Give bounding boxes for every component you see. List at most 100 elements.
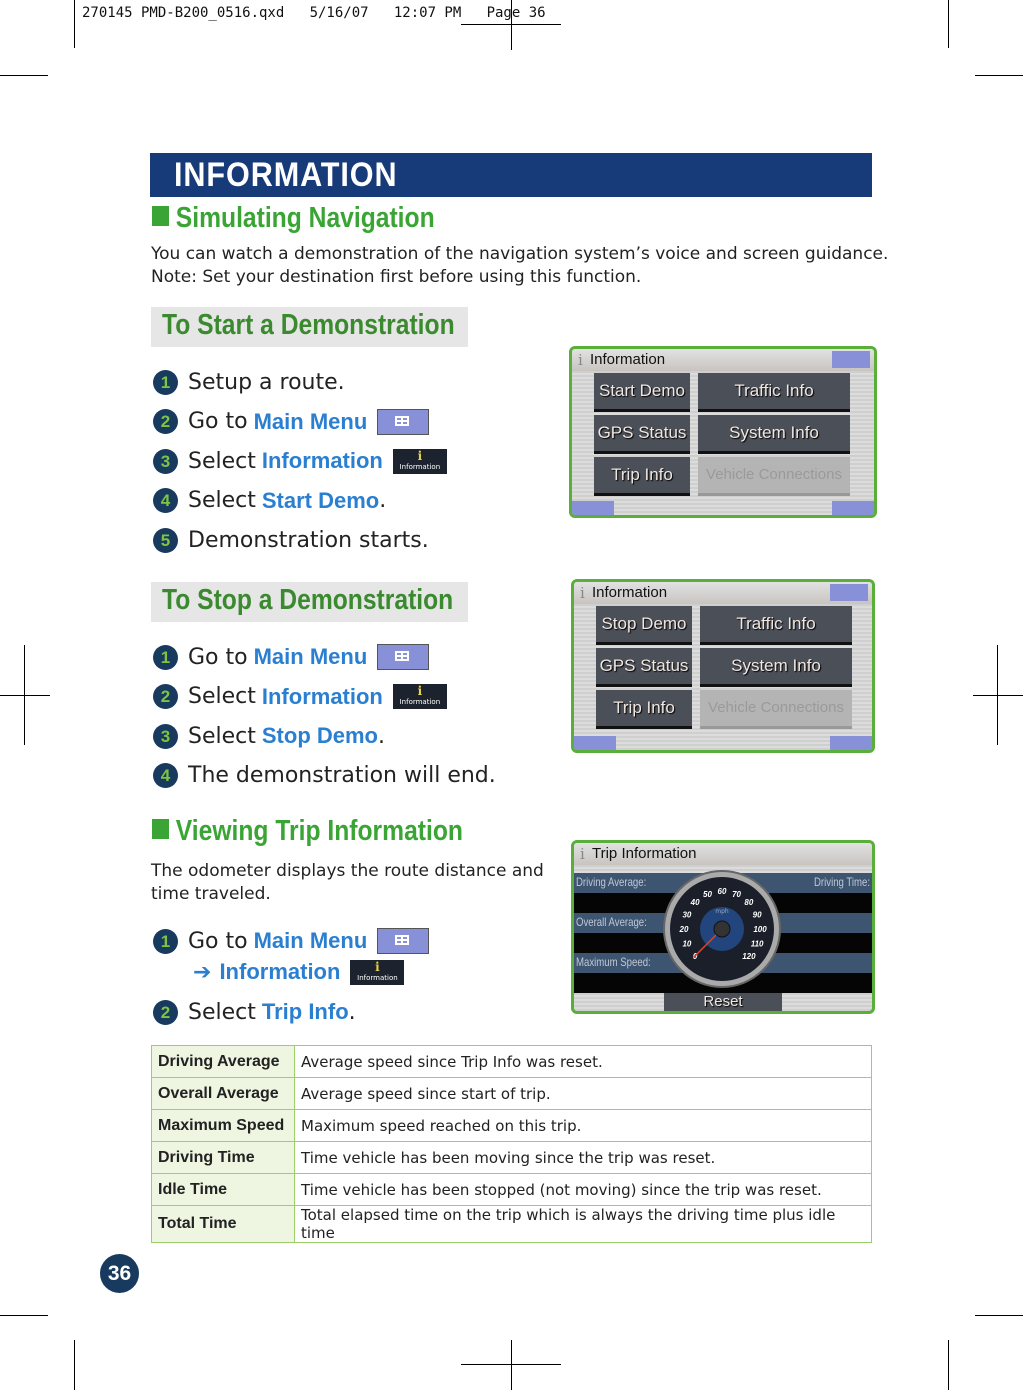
table-term: Driving Time <box>151 1141 295 1174</box>
section-title: Simulating Navigation <box>152 202 435 235</box>
step-item: 5 Demonstration starts. <box>153 525 429 555</box>
step-text: Demonstration starts. <box>188 527 429 553</box>
main-menu-button-icon <box>377 644 430 670</box>
crop-mark <box>975 75 1023 76</box>
main-menu-button-icon <box>377 928 430 954</box>
step-text: Select <box>188 448 256 474</box>
info-glyph: i <box>375 959 380 974</box>
information-screen: InformationStart DemoTraffic InfoGPS Sta… <box>569 346 877 518</box>
registration-mark <box>511 1340 512 1390</box>
table-description: Total elapsed time on the trip which is … <box>294 1205 872 1243</box>
table-row: Total Time Total elapsed time on the trip… <box>151 1205 872 1243</box>
menu-button-gps-status[interactable]: GPS Status <box>596 648 692 687</box>
info-icon-label: Information <box>357 973 398 982</box>
registration-mark <box>511 0 512 50</box>
step-item: 2 Select Trip Info. <box>153 997 356 1027</box>
step-item: 2 Select Information i Information <box>153 682 447 712</box>
subsection-start: To Start a Demonstration <box>151 307 468 347</box>
menu-button-trip-info[interactable]: Trip Info <box>596 690 692 729</box>
menu-button-system-info[interactable]: System Info <box>698 415 850 454</box>
info-icon-label: Information <box>399 698 441 706</box>
menu-button-traffic-info[interactable]: Traffic Info <box>700 606 852 645</box>
table-term: Driving Average <box>151 1045 295 1078</box>
menu-button[interactable] <box>830 584 868 601</box>
step-highlight: Main Menu <box>253 408 368 434</box>
step-highlight: Information <box>219 959 341 984</box>
info-glyph: i <box>417 684 423 698</box>
step-number-badge: 5 <box>153 527 178 553</box>
table-term: Idle Time <box>151 1173 295 1206</box>
gauge-tick-label: 30 <box>682 910 691 919</box>
trip-information-screen: Trip Information Driving Average: Driving… <box>571 840 875 1014</box>
step-text: Select <box>188 723 256 749</box>
map-button[interactable] <box>832 501 874 515</box>
menu-button-start-demo[interactable]: Start Demo <box>594 373 690 412</box>
registration-mark <box>461 1364 561 1365</box>
step-item: 4 Select Start Demo. <box>153 486 386 516</box>
menu-button-traffic-info[interactable]: Traffic Info <box>698 373 850 412</box>
table-row: Driving Time Time vehicle has been moving… <box>151 1141 872 1174</box>
step-number-badge: 3 <box>153 723 178 749</box>
menu-button-trip-info[interactable]: Trip Info <box>594 457 690 496</box>
step-number-badge: 1 <box>153 928 178 954</box>
step-text: Select <box>188 488 256 513</box>
step-number-badge: 2 <box>153 409 178 434</box>
crop-mark <box>0 1315 48 1316</box>
maximum-speed-label: Maximum Speed: <box>576 955 651 969</box>
step-number-badge: 1 <box>153 644 178 670</box>
step-punct: . <box>378 723 385 749</box>
back-button[interactable] <box>574 736 616 750</box>
page-header: INFORMATION <box>150 153 872 197</box>
gauge-hub <box>713 920 731 938</box>
intro-text: You can watch a demonstration of the nav… <box>151 244 889 287</box>
information-button-icon: i Information <box>392 684 447 709</box>
information-button-icon: i Information <box>350 959 405 985</box>
crop-mark <box>0 75 48 76</box>
step-number-badge: 3 <box>153 448 178 474</box>
menu-button-gps-status[interactable]: GPS Status <box>594 415 690 454</box>
step-number-badge: 4 <box>153 763 178 788</box>
table-description: Average speed since start of trip. <box>294 1077 872 1110</box>
crop-mark <box>74 1340 75 1390</box>
reset-button[interactable]: Reset <box>664 993 782 1011</box>
registration-mark <box>973 695 1023 696</box>
page-number: 36 <box>100 1254 139 1293</box>
table-description: Time vehicle has been moving since the t… <box>294 1141 872 1174</box>
step-text: Go to <box>188 644 248 670</box>
gauge-tick-label: 100 <box>753 925 767 934</box>
gauge-tick-label: 20 <box>679 925 689 934</box>
menu-button-system-info[interactable]: System Info <box>700 648 852 687</box>
menu-button-vehicle-connections: Vehicle Connections <box>700 690 852 729</box>
info-glyph: i <box>417 448 423 463</box>
table-term: Total Time <box>151 1205 295 1243</box>
back-button[interactable] <box>572 501 614 515</box>
gauge-tick-label: 60 <box>718 887 727 896</box>
print-slug: 270145 PMD-B200_0516.qxd 5/16/07 12:07 P… <box>82 5 546 21</box>
step-highlight: Main Menu <box>253 644 368 669</box>
step-punct: . <box>348 999 356 1025</box>
information-screen-demo: InformationStop DemoTraffic InfoGPS Stat… <box>571 579 875 753</box>
gauge-tick-label: 80 <box>744 898 753 907</box>
step-highlight: Main Menu <box>253 928 368 953</box>
screen-title: Information <box>574 582 872 604</box>
step-item: 3 Select Information i Information <box>153 446 447 476</box>
step-text: The demonstration will end. <box>188 763 496 788</box>
subsection-stop: To Stop a Demonstration <box>151 582 468 622</box>
map-button[interactable] <box>830 736 872 750</box>
table-row: Overall Average Average speed since start… <box>151 1077 872 1110</box>
table-description: Maximum speed reached on this trip. <box>294 1109 872 1142</box>
step-highlight: Stop Demo <box>261 723 378 748</box>
menu-button-stop-demo[interactable]: Stop Demo <box>596 606 692 645</box>
gauge-tick-label: 40 <box>690 898 700 907</box>
step-text: Go to <box>188 409 248 434</box>
table-row: Driving Average Average speed since Trip … <box>151 1045 872 1078</box>
table-term: Overall Average <box>151 1077 295 1110</box>
crop-mark <box>975 1315 1023 1316</box>
driving-time-label: Driving Time: <box>813 875 870 889</box>
gauge-tick-label: 50 <box>703 890 712 899</box>
trip-info-table: Driving Average Average speed since Trip … <box>151 1045 872 1243</box>
step-highlight: Information <box>261 683 383 709</box>
menu-button[interactable] <box>832 351 870 368</box>
table-term: Maximum Speed <box>151 1109 295 1142</box>
step-item: 1 Go to Main Menu <box>153 926 430 956</box>
